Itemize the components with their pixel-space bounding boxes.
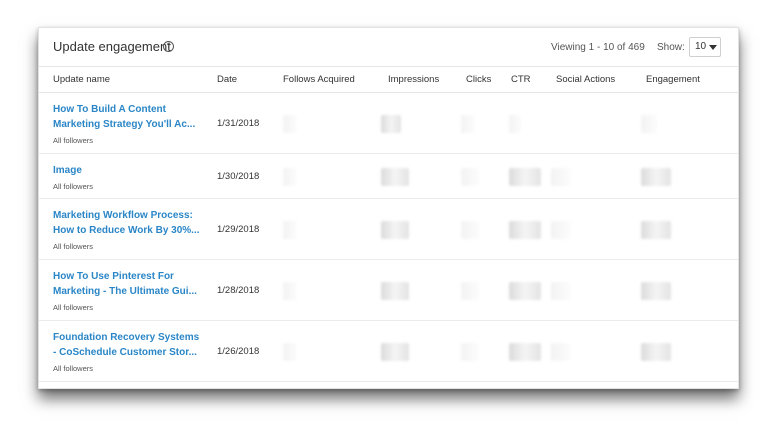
blurred-value xyxy=(461,221,479,239)
blurred-value xyxy=(641,115,657,133)
blurred-value xyxy=(381,115,401,133)
update-engagement-card: Update engagement ? Viewing 1 - 10 of 46… xyxy=(38,27,739,389)
column-social-actions[interactable]: Social Actions xyxy=(556,74,615,85)
blurred-value xyxy=(509,221,541,239)
column-engagement[interactable]: Engagement xyxy=(646,74,700,85)
blurred-value xyxy=(283,282,297,300)
date-cell: 1/29/2018 xyxy=(217,224,260,235)
help-icon[interactable]: ? xyxy=(163,41,174,52)
audience-label: All followers xyxy=(53,242,94,251)
audience-label: All followers xyxy=(53,182,94,191)
column-ctr[interactable]: CTR xyxy=(511,74,531,85)
blurred-value xyxy=(641,168,671,186)
blurred-value xyxy=(381,343,409,361)
blurred-value xyxy=(461,343,479,361)
table-row: How To Build A Content Marketing Strategy… xyxy=(39,93,738,154)
chevron-down-icon xyxy=(709,45,717,50)
column-update-name[interactable]: Update name xyxy=(53,74,110,85)
audience-label: All followers xyxy=(53,303,94,312)
update-link[interactable]: How To Build A Content Marketing Strategy… xyxy=(53,102,213,132)
date-cell: 1/31/2018 xyxy=(217,118,260,129)
blurred-value xyxy=(509,343,541,361)
update-link[interactable]: How To Use Pinterest For Marketing - The … xyxy=(53,269,213,299)
update-link[interactable]: Image xyxy=(53,163,213,178)
blurred-value xyxy=(509,115,521,133)
date-cell: 1/30/2018 xyxy=(217,171,260,182)
audience-label: All followers xyxy=(53,136,94,145)
table-row: Image All followers 1/30/2018 xyxy=(39,154,738,199)
blurred-value xyxy=(551,168,571,186)
rows-per-page-value: 10 xyxy=(695,41,707,52)
date-cell: 1/28/2018 xyxy=(217,285,260,296)
rows-per-page-select[interactable]: 10 xyxy=(689,37,721,57)
blurred-value xyxy=(381,168,409,186)
blurred-value xyxy=(641,282,671,300)
card-title: Update engagement xyxy=(53,39,171,54)
pagination-status: Viewing 1 - 10 of 469 xyxy=(551,42,645,53)
blurred-value xyxy=(381,221,409,239)
table-row: Foundation Recovery Systems - CoSchedule … xyxy=(39,321,738,382)
column-impressions[interactable]: Impressions xyxy=(388,74,439,85)
blurred-value xyxy=(283,221,297,239)
blurred-value xyxy=(283,343,297,361)
blurred-value xyxy=(641,221,671,239)
blurred-value xyxy=(551,221,571,239)
date-cell: 1/26/2018 xyxy=(217,346,260,357)
audience-label: All followers xyxy=(53,364,94,373)
update-link[interactable]: Foundation Recovery Systems - CoSchedule … xyxy=(53,330,213,360)
blurred-value xyxy=(283,168,297,186)
update-link[interactable]: Marketing Workflow Process: How to Reduce… xyxy=(53,208,213,238)
blurred-value xyxy=(283,115,297,133)
blurred-value xyxy=(551,282,571,300)
blurred-value xyxy=(461,168,479,186)
table-row: Marketing Workflow Process: How to Reduce… xyxy=(39,199,738,260)
blurred-value xyxy=(461,282,479,300)
table-header: Update name Date Follows Acquired Impres… xyxy=(39,66,738,93)
column-clicks[interactable]: Clicks xyxy=(466,74,491,85)
blurred-value xyxy=(461,115,475,133)
show-label: Show: xyxy=(657,42,685,53)
blurred-value xyxy=(381,282,409,300)
column-follows-acquired[interactable]: Follows Acquired xyxy=(283,74,355,85)
blurred-value xyxy=(509,282,541,300)
column-date[interactable]: Date xyxy=(217,74,237,85)
blurred-value xyxy=(641,343,671,361)
blurred-value xyxy=(551,343,571,361)
card-header: Update engagement ? Viewing 1 - 10 of 46… xyxy=(39,28,738,67)
table-row: How To Use Pinterest For Marketing - The … xyxy=(39,260,738,321)
blurred-value xyxy=(509,168,541,186)
